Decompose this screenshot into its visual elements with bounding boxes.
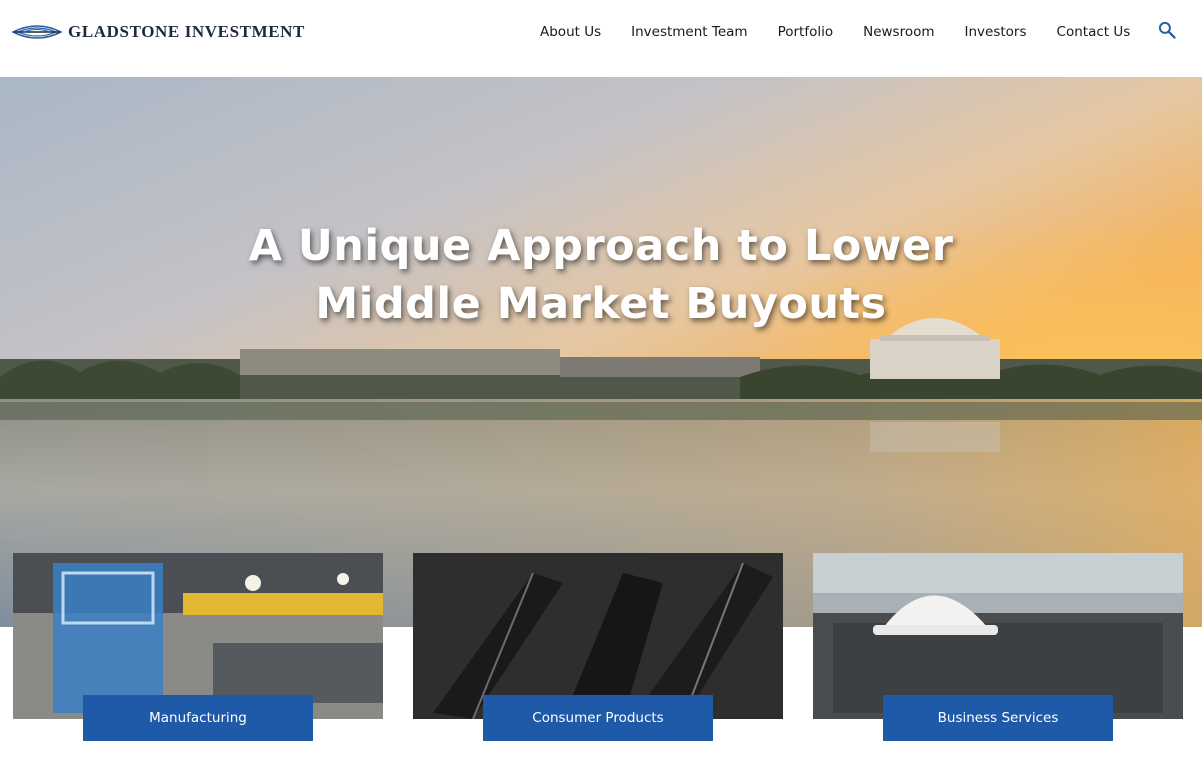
hero-title: A Unique Approach to Lower Middle Market…	[0, 217, 1202, 333]
hero-banner: A Unique Approach to Lower Middle Market…	[0, 77, 1202, 627]
search-icon[interactable]	[1157, 20, 1177, 40]
hero-background-image	[0, 77, 1202, 627]
business-services-button[interactable]: Business Services	[883, 695, 1113, 741]
nav-contact-us[interactable]: Contact Us	[1042, 24, 1146, 40]
brand-name: GLADSTONE INVESTMENT	[68, 22, 305, 41]
nav-newsroom[interactable]: Newsroom	[848, 24, 949, 40]
brand-logo[interactable]: GLADSTONE INVESTMENT	[12, 20, 305, 44]
hero-title-line-2: Middle Market Buyouts	[315, 279, 887, 329]
site-header: GLADSTONE INVESTMENT About Us Investment…	[0, 0, 1202, 77]
nav-portfolio[interactable]: Portfolio	[763, 24, 849, 40]
hero-title-line-1: A Unique Approach to Lower	[248, 221, 954, 271]
manufacturing-button[interactable]: Manufacturing	[83, 695, 313, 741]
nav-investors[interactable]: Investors	[950, 24, 1042, 40]
nav-investment-team[interactable]: Investment Team	[616, 24, 762, 40]
eye-logo-icon	[12, 25, 62, 39]
nav-about-us[interactable]: About Us	[525, 24, 616, 40]
main-nav: About Us Investment Team Portfolio Newsr…	[525, 22, 1145, 42]
consumer-products-button[interactable]: Consumer Products	[483, 695, 713, 741]
